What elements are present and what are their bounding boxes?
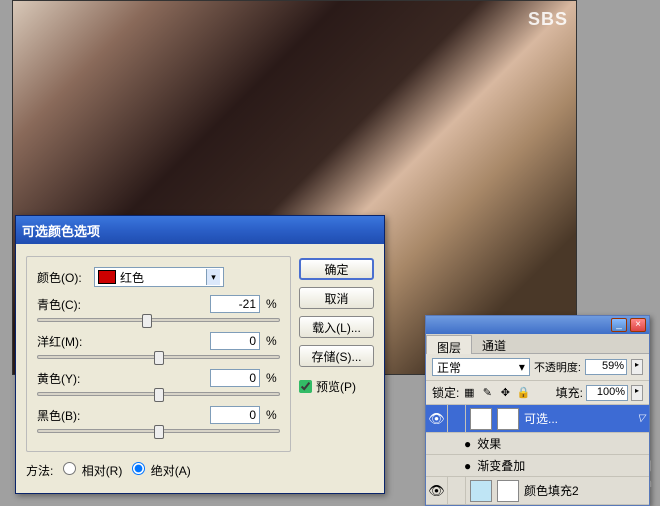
blend-mode-dropdown[interactable]: 正常▾ [432, 358, 530, 376]
visibility-icon[interactable]: 👁 [426, 405, 448, 432]
selective-color-dialog: 可选颜色选项 颜色(O): 红色 ▾ 青色(C): [15, 215, 385, 494]
effect-icon: ● [464, 459, 471, 473]
mask-thumb [497, 480, 519, 502]
dialog-titlebar[interactable]: 可选颜色选项 [16, 216, 384, 244]
lock-brush-icon[interactable]: ✎ [480, 386, 494, 400]
cyan-label: 青色(C): [37, 296, 93, 313]
layer-gradient-overlay-row[interactable]: ● 渐变叠加 [426, 455, 649, 477]
method-label: 方法: [26, 462, 53, 479]
black-slider[interactable] [37, 429, 280, 433]
mask-thumb [497, 408, 519, 430]
watermark-sbs: SBS [528, 9, 568, 30]
load-button[interactable]: 载入(L)... [299, 316, 374, 338]
magenta-input[interactable] [210, 332, 260, 350]
lock-move-icon[interactable]: ✥ [498, 386, 512, 400]
yellow-input[interactable] [210, 369, 260, 387]
black-input[interactable] [210, 406, 260, 424]
ok-button[interactable]: 确定 [299, 258, 374, 280]
cyan-slider[interactable] [37, 318, 280, 322]
opacity-input[interactable]: 59% [585, 359, 627, 375]
yellow-slider[interactable] [37, 392, 280, 396]
chevron-down-icon: ▾ [519, 360, 525, 374]
magenta-slider[interactable] [37, 355, 280, 359]
cyan-input[interactable] [210, 295, 260, 313]
lock-all-icon[interactable]: 🔒 [516, 386, 530, 400]
layer-effects-row[interactable]: ● 效果 [426, 433, 649, 455]
preview-checkbox[interactable]: 预览(P) [299, 378, 374, 395]
layer-selective-color[interactable]: 👁 ◐ 可选... ▽ [426, 405, 649, 433]
magenta-label: 洋红(M): [37, 333, 93, 350]
color-dropdown[interactable]: 红色 ▾ [94, 267, 224, 287]
layer-color-fill-2[interactable]: 👁 颜色填充2 [426, 477, 649, 505]
color-swatch [98, 270, 116, 284]
fill-label: 填充: [556, 384, 583, 401]
yellow-label: 黄色(Y): [37, 370, 93, 387]
opacity-label: 不透明度: [534, 359, 581, 375]
color-label: 颜色(O): [37, 269, 89, 286]
opacity-flyout[interactable]: ▸ [631, 359, 643, 375]
fill-flyout[interactable]: ▸ [631, 385, 643, 401]
adjustment-thumb: ◐ [470, 408, 492, 430]
cancel-button[interactable]: 取消 [299, 287, 374, 309]
lock-transparency-icon[interactable]: ▦ [462, 386, 476, 400]
tab-layers[interactable]: 图层 [426, 335, 472, 354]
tab-channels[interactable]: 通道 [472, 334, 516, 353]
close-icon[interactable]: × [630, 318, 646, 332]
dialog-title: 可选颜色选项 [22, 221, 100, 240]
relative-radio[interactable]: 相对(R) [63, 462, 122, 479]
fill-thumb [470, 480, 492, 502]
panel-titlebar[interactable]: _ × [426, 316, 649, 334]
fx-badge[interactable]: ▽ [637, 413, 645, 424]
black-label: 黑色(B): [37, 407, 93, 424]
chevron-down-icon: ▾ [206, 269, 220, 285]
effects-icon: ● [464, 437, 471, 451]
layers-panel: _ × 图层 通道 正常▾ 不透明度: 59% ▸ 锁定: ▦ ✎ ✥ 🔒 填充… [425, 315, 650, 506]
save-button[interactable]: 存储(S)... [299, 345, 374, 367]
minimize-icon[interactable]: _ [611, 318, 627, 332]
lock-label: 锁定: [432, 384, 459, 401]
absolute-radio[interactable]: 绝对(A) [132, 462, 190, 479]
fill-input[interactable]: 100% [586, 385, 628, 401]
